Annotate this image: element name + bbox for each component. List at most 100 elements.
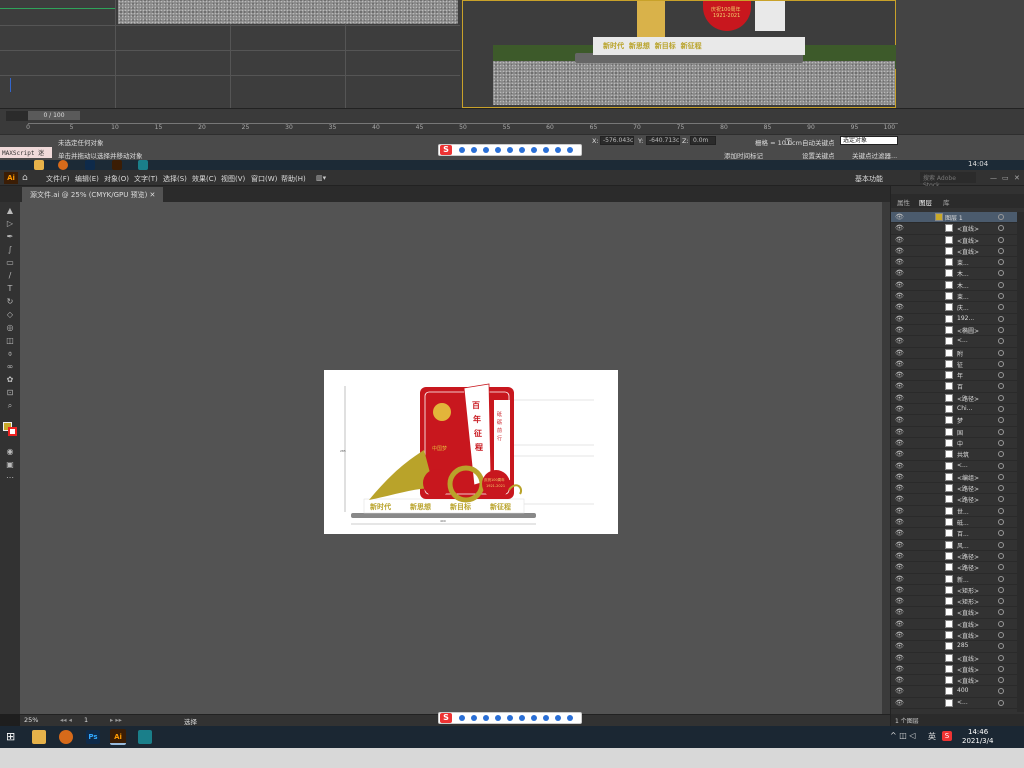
visibility-eye-icon[interactable]: 👁 — [895, 575, 904, 583]
target-circle-icon[interactable] — [998, 699, 1004, 706]
browser-icon[interactable] — [59, 730, 73, 744]
layer-row[interactable]: 👁 <... — [891, 461, 1017, 472]
direct-selection-tool-icon[interactable]: ▷ — [4, 219, 16, 229]
layer-row[interactable]: 👁 <直线> — [891, 246, 1017, 258]
target-circle-icon[interactable] — [998, 654, 1004, 661]
layer-row[interactable]: 👁 庆... — [891, 302, 1017, 314]
tab-properties[interactable]: 属性 — [897, 197, 910, 207]
target-circle-icon[interactable] — [998, 519, 1004, 526]
illustrator-icon[interactable]: Ai — [110, 729, 126, 745]
ime-indicator[interactable]: 英 — [928, 731, 936, 742]
layer-row[interactable]: 👁 <直线> — [891, 675, 1017, 687]
gradient-tool-icon[interactable]: ◫ — [4, 336, 16, 346]
visibility-eye-icon[interactable]: 👁 — [895, 563, 904, 571]
time-slider[interactable]: 0 / 100 — [28, 111, 80, 120]
layer-row[interactable]: 👁 风... — [891, 540, 1017, 551]
visibility-eye-icon[interactable]: 👁 — [895, 428, 904, 436]
pen-tool-icon[interactable]: ✒ — [4, 232, 16, 242]
visibility-eye-icon[interactable]: 👁 — [895, 541, 904, 549]
target-circle-icon[interactable] — [998, 677, 1004, 684]
layer-row[interactable]: 👁 <... — [891, 336, 1017, 348]
layer-row[interactable]: 👁 <编组> — [891, 472, 1017, 484]
layer-row[interactable]: 👁 砥... — [891, 517, 1017, 529]
zoom-tool-icon[interactable]: ⌕ — [4, 401, 16, 411]
visibility-eye-icon[interactable]: 👁 — [895, 495, 904, 503]
menu-help[interactable]: 帮助(H) — [281, 174, 306, 184]
visibility-eye-icon[interactable]: 👁 — [895, 224, 904, 232]
target-circle-icon[interactable] — [998, 586, 1004, 593]
tab-libraries[interactable]: 库 — [943, 197, 950, 207]
target-circle-icon[interactable] — [998, 439, 1004, 446]
layer-row[interactable]: 👁 世... — [891, 506, 1017, 518]
target-circle-icon[interactable] — [998, 507, 1004, 514]
target-circle-icon[interactable] — [998, 349, 1004, 356]
visibility-eye-icon[interactable]: 👁 — [895, 349, 904, 357]
3dsmax-icon[interactable] — [138, 730, 152, 744]
target-circle-icon[interactable] — [998, 473, 1004, 480]
visibility-eye-icon[interactable]: 👁 — [895, 473, 904, 481]
timeline-expand-icon[interactable] — [6, 111, 28, 121]
curvature-tool-icon[interactable]: ∫ — [4, 245, 16, 255]
explorer-icon[interactable] — [34, 160, 44, 170]
visibility-eye-icon[interactable]: 👁 — [895, 552, 904, 560]
layer-row[interactable]: 👁 国 — [891, 427, 1017, 438]
3dsmax-icon[interactable] — [138, 160, 148, 170]
visibility-eye-icon[interactable]: 👁 — [895, 676, 904, 684]
ai-canvas[interactable]: 285 400 百 年 征 程 砥 砺 前 行 中国梦 庆祝100周年 1921… — [20, 202, 882, 714]
doc-tab[interactable]: 源文件.ai @ 25% (CMYK/GPU 预览) ✕ — [22, 187, 164, 202]
layer-row[interactable]: 👁 附 — [891, 348, 1017, 359]
key-filters-button[interactable]: 关键点过滤器... — [852, 150, 897, 160]
visibility-eye-icon[interactable]: 👁 — [895, 236, 904, 244]
layer-row[interactable]: 👁 <路径> — [891, 483, 1017, 495]
stock-search-input[interactable]: 搜索 Adobe Stock — [920, 172, 976, 189]
illustrator-icon[interactable] — [112, 160, 122, 170]
layer-row[interactable]: 👁 <直线> — [891, 664, 1017, 676]
target-circle-icon[interactable] — [998, 281, 1004, 288]
visibility-eye-icon[interactable]: 👁 — [895, 484, 904, 492]
visibility-eye-icon[interactable]: 👁 — [895, 281, 904, 289]
active-viewport[interactable]: 新时代 新思想 新目标 新征程 庆祝100周年 1921-2021 — [462, 0, 897, 108]
artboard-tool-icon[interactable]: ⊡ — [4, 388, 16, 398]
layer-row[interactable]: 👁 <矩形> — [891, 585, 1017, 597]
target-circle-icon[interactable] — [998, 304, 1004, 311]
layer-row[interactable]: 👁 <直线> — [891, 619, 1017, 630]
sogou-tray-icon[interactable]: S — [942, 731, 952, 741]
layer-row[interactable]: 👁 木... — [891, 268, 1017, 280]
windows-start-icon[interactable]: ⊞ — [6, 731, 18, 743]
target-circle-icon[interactable] — [998, 598, 1004, 605]
target-circle-icon[interactable] — [998, 462, 1004, 469]
maximize-button[interactable]: ▭ — [1002, 174, 1009, 182]
visibility-eye-icon[interactable]: 👁 — [895, 608, 904, 616]
target-circle-icon[interactable] — [998, 225, 1004, 232]
visibility-eye-icon[interactable]: 👁 — [895, 258, 904, 266]
layer-row[interactable]: 👁 征 — [891, 359, 1017, 371]
target-circle-icon[interactable] — [998, 293, 1004, 300]
target-circle-icon[interactable] — [998, 326, 1004, 333]
layer-row[interactable]: 👁 <直线> — [891, 630, 1017, 642]
layer-row[interactable]: 👁 中 — [891, 438, 1017, 450]
visibility-eye-icon[interactable]: 👁 — [895, 642, 904, 650]
layer-row[interactable]: 👁 <... — [891, 698, 1017, 710]
target-circle-icon[interactable] — [998, 315, 1004, 322]
menu-file[interactable]: 文件(F) — [46, 174, 70, 184]
rectangle-tool-icon[interactable]: ▭ — [4, 258, 16, 268]
target-circle-icon[interactable] — [998, 360, 1004, 367]
minimize-button[interactable]: — — [990, 174, 997, 182]
warp-tool-icon[interactable]: ◎ — [4, 323, 16, 333]
visibility-eye-icon[interactable]: 👁 — [895, 405, 904, 413]
layer-row[interactable]: 👁 年 — [891, 370, 1017, 382]
target-circle-icon[interactable] — [998, 575, 1004, 582]
key-icon[interactable]: ⚿ — [785, 138, 797, 152]
target-circle-icon[interactable] — [998, 406, 1004, 413]
layer-row[interactable]: 👁 <矩形> — [891, 596, 1017, 608]
canvas-scrollbar[interactable] — [882, 202, 890, 714]
layer-row[interactable]: 👁 <路径> — [891, 551, 1017, 563]
target-circle-icon[interactable] — [998, 485, 1004, 492]
menu-effect[interactable]: 效果(C) — [192, 174, 216, 184]
target-circle-icon[interactable] — [998, 236, 1004, 243]
layer-row[interactable]: 👁 百... — [891, 528, 1017, 540]
set-key-button[interactable]: 设置关键点 — [802, 150, 835, 160]
visibility-eye-icon[interactable]: 👁 — [895, 371, 904, 379]
layer-row[interactable]: 👁 <直线> — [891, 235, 1017, 246]
visibility-eye-icon[interactable]: 👁 — [895, 529, 904, 537]
